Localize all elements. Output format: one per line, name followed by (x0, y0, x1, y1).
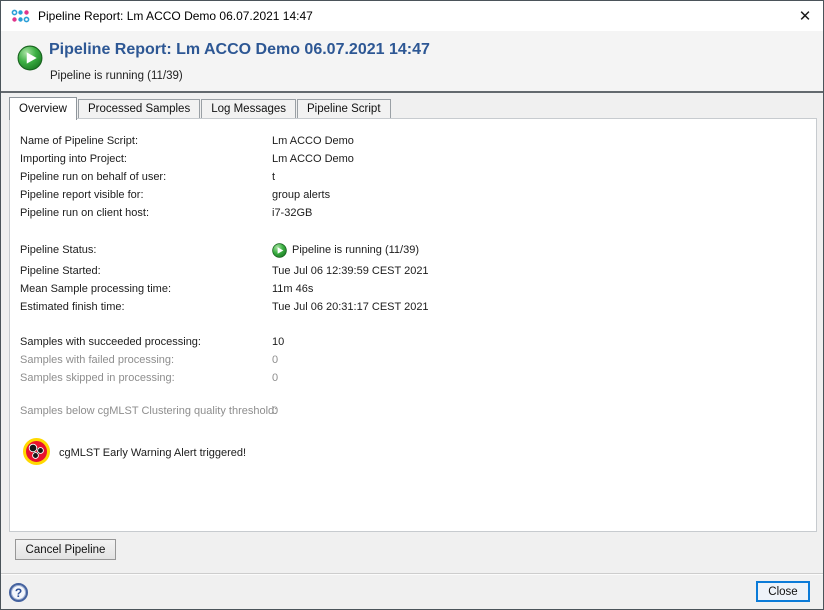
status-row: Pipeline Status: Pipeline is running (11… (20, 240, 810, 260)
tab-overview[interactable]: Overview (9, 97, 77, 120)
row-value: 0 (272, 402, 278, 420)
row-label: Samples with succeeded processing: (20, 336, 201, 348)
tab-pipeline-script[interactable]: Pipeline Script (297, 99, 391, 118)
pipeline-status-subtitle: Pipeline is running (11/39) (50, 70, 183, 82)
row-label: Pipeline Started: (20, 265, 101, 277)
page-title: Pipeline Report: Lm ACCO Demo 06.07.2021… (49, 41, 430, 59)
window-close-button[interactable]: ✕ (789, 1, 821, 31)
window-title: Pipeline Report: Lm ACCO Demo 06.07.2021… (38, 9, 313, 23)
count-row: Samples with failed processing: 0 (20, 351, 810, 369)
app-logo-icon (11, 8, 31, 24)
play-icon (272, 243, 287, 258)
row-value: Lm ACCO Demo (272, 132, 354, 150)
row-value: Lm ACCO Demo (272, 150, 354, 168)
count-row: Samples with succeeded processing: 10 (20, 333, 810, 351)
row-label: Samples below cgMLST Clustering quality … (20, 405, 277, 417)
tab-processed-samples[interactable]: Processed Samples (78, 99, 200, 118)
help-icon[interactable]: ? (9, 583, 28, 602)
row-value: Tue Jul 06 20:31:17 CEST 2021 (272, 298, 429, 316)
row-label: Pipeline Status: (20, 244, 96, 256)
pipeline-running-icon (17, 45, 43, 71)
pipeline-report-dialog: Pipeline Report: Lm ACCO Demo 06.07.2021… (0, 0, 824, 610)
row-label: Name of Pipeline Script: (20, 135, 138, 147)
row-label: Mean Sample processing time: (20, 283, 171, 295)
tab-log-messages[interactable]: Log Messages (201, 99, 296, 118)
row-label: Samples skipped in processing: (20, 372, 175, 384)
row-value: 0 (272, 369, 278, 387)
row-label: Pipeline run on behalf of user: (20, 171, 166, 183)
row-value: 0 (272, 351, 278, 369)
cancel-pipeline-button[interactable]: Cancel Pipeline (15, 539, 116, 560)
row-label: Samples with failed processing: (20, 354, 174, 366)
report-header: Pipeline Report: Lm ACCO Demo 06.07.2021… (1, 31, 823, 93)
info-row: Pipeline run on client host: i7-32GB (20, 204, 810, 222)
threshold-row: Samples below cgMLST Clustering quality … (20, 402, 810, 420)
count-row: Samples skipped in processing: 0 (20, 369, 810, 387)
footer-divider (1, 573, 823, 575)
pipeline-status-value: Pipeline is running (11/39) (272, 240, 419, 260)
info-row: Pipeline run on behalf of user: t (20, 168, 810, 186)
row-label: Estimated finish time: (20, 301, 125, 313)
row-value: t (272, 168, 275, 186)
info-row: Pipeline report visible for: group alert… (20, 186, 810, 204)
row-value: 11m 46s (272, 280, 313, 298)
status-row: Estimated finish time: Tue Jul 06 20:31:… (20, 298, 810, 316)
cgmlst-alert-icon (22, 437, 51, 466)
row-label: Pipeline run on client host: (20, 207, 149, 219)
row-value: i7-32GB (272, 204, 312, 222)
row-label: Importing into Project: (20, 153, 127, 165)
overview-panel: Name of Pipeline Script: Lm ACCO Demo Im… (9, 118, 817, 532)
alert-message: cgMLST Early Warning Alert triggered! (59, 446, 246, 460)
row-value: 10 (272, 333, 284, 351)
close-button[interactable]: Close (756, 581, 810, 602)
status-row: Mean Sample processing time: 11m 46s (20, 280, 810, 298)
row-value: Tue Jul 06 12:39:59 CEST 2021 (272, 262, 429, 280)
titlebar: Pipeline Report: Lm ACCO Demo 06.07.2021… (1, 1, 823, 31)
info-row: Importing into Project: Lm ACCO Demo (20, 150, 810, 168)
info-row: Name of Pipeline Script: Lm ACCO Demo (20, 132, 810, 150)
status-row: Pipeline Started: Tue Jul 06 12:39:59 CE… (20, 262, 810, 280)
tab-bar: Overview Processed Samples Log Messages … (9, 97, 392, 118)
row-label: Pipeline report visible for: (20, 189, 144, 201)
status-text: Pipeline is running (11/39) (292, 240, 419, 260)
row-value: group alerts (272, 186, 330, 204)
